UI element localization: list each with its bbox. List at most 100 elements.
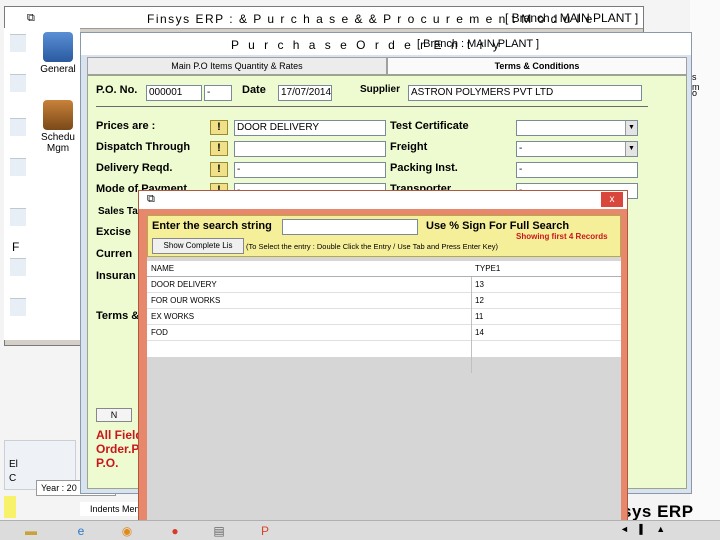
delivery-lookup-button[interactable]: ! [210,162,228,177]
lower-left-text: C [9,473,17,484]
system-tray[interactable]: ◄ ▌ ▲ [620,524,669,534]
supplier-input[interactable]: ASTRON POLYMERS PVT LTD [408,85,642,101]
sidebar-row [10,208,26,226]
packing-label: Packing Inst. [390,162,458,174]
sales-tax-label: Sales Ta [98,206,138,217]
insurance-label: Insuran [96,270,136,282]
column-divider [471,277,472,373]
files-icon[interactable]: ▤ [208,523,230,539]
records-status: Showing first 4 Records [516,232,608,241]
tab-main-po-items[interactable]: Main P.O Items Quantity & Rates [87,57,387,75]
yellow-strip [4,496,16,518]
select-instructions: (To Select the entry : Double Click the … [246,242,499,251]
column-header-type1[interactable]: TYPE1 [475,264,500,273]
po-no-label: P.O. No. [96,84,138,96]
general-module-icon[interactable]: General [32,32,84,75]
row-name: FOR OUR WORKS [151,296,221,305]
delivery-input[interactable]: - [234,162,386,178]
ppt-icon[interactable]: P [254,523,276,539]
table-row[interactable]: FOD 14 [147,325,621,341]
row-name: DOOR DELIVERY [151,280,217,289]
delivery-label: Delivery Reqd. [96,162,173,174]
chevron-down-icon[interactable]: ▼ [625,121,637,135]
row-name: FOD [151,328,168,337]
sidebar-letter: F [12,240,20,254]
chevron-down-icon[interactable]: ▼ [625,142,637,156]
freight-label: Freight [390,141,428,153]
brand-text: sys ERP [622,502,694,521]
search-input[interactable] [282,219,418,235]
row-name: EX WORKS [151,312,195,321]
sidebar-row [10,298,26,316]
prices-lookup-button[interactable]: ! [210,120,228,135]
outlook-icon[interactable]: ◉ [116,523,138,539]
test-cert-label: Test Certificate [390,120,469,132]
sidebar-row [10,74,26,92]
table-row[interactable]: EX WORKS 11 [147,309,621,325]
briefcase-icon [43,100,73,130]
new-button[interactable]: N [96,408,132,422]
table-row[interactable]: DOOR DELIVERY 13 [147,277,621,293]
po-no-input[interactable]: 000001 [146,85,202,101]
close-button[interactable]: x [601,192,623,207]
show-complete-list-button[interactable]: Show Complete Lis [152,238,244,254]
search-label: Enter the search string [152,220,272,232]
purchase-order-titlebar: P u r c h a s e O r d e r E n t r y [ Br… [81,33,691,55]
module-branch: [ Branch : MAIN PLANT ] [505,11,639,25]
column-header-name[interactable]: NAME [151,264,174,273]
note-line-3: P.O. [96,456,119,470]
tab-terms-conditions[interactable]: Terms & Conditions [387,57,687,75]
row-type1: 11 [475,312,484,321]
taskbar: ▬ e ◉ ● ▤ P ◄ ▌ ▲ [0,520,720,540]
test-cert-select[interactable]: ▼ [516,120,638,136]
window-icon: ⧉ [27,12,35,24]
dispatch-label: Dispatch Through [96,141,191,153]
folder-icon[interactable]: ▬ [20,523,42,539]
schedule-module-label: Schedu Mgm [41,132,75,154]
schedule-module-icon[interactable]: Schedu Mgm [32,100,84,154]
search-dialog-titlebar: ⧉ x [139,191,627,209]
sidebar-row [10,258,26,276]
search-dialog-body: Enter the search string Use % Sign For F… [147,215,621,523]
dispatch-input[interactable] [234,141,386,157]
note-line-2: Order.P [96,442,140,456]
right-panel-text: s [692,72,697,82]
ie-icon[interactable]: e [70,523,92,539]
sidebar-row [10,34,26,52]
date-label: Date [242,84,266,96]
currency-label: Curren [96,248,133,260]
right-panel-text: o [692,88,698,98]
results-grid: NAME TYPE1 DOOR DELIVERY 13 FOR OUR WORK… [147,261,621,523]
row-type1: 12 [475,296,484,305]
note-line-1: All Field [96,428,143,442]
sidebar-row [10,158,26,176]
dispatch-lookup-button[interactable]: ! [210,141,228,156]
right-panel: s m o [690,0,720,520]
date-input[interactable]: 17/07/2014 [278,85,332,101]
freight-select[interactable]: - ▼ [516,141,638,157]
erp-module-titlebar: ⧉ Finsys ERP : & P u r c h a s e & & P r… [5,7,643,29]
general-icon [43,32,73,62]
sidebar-row [10,118,26,136]
excise-label: Excise [96,226,131,238]
packing-input[interactable]: - [516,162,638,178]
prices-input[interactable]: DOOR DELIVERY [234,120,386,136]
header-divider [96,106,648,107]
table-row[interactable]: FOR OUR WORKS 12 [147,293,621,309]
po-window-branch: [ Branch : MAIN PLANT ] [417,38,540,50]
chrome-icon[interactable]: ● [164,523,186,539]
search-hint: Use % Sign For Full Search [426,220,570,232]
search-panel: Enter the search string Use % Sign For F… [147,215,621,257]
terms-label: Terms & [96,310,140,322]
general-module-label: General [40,64,76,75]
row-type1: 14 [475,328,484,337]
grid-header: NAME TYPE1 [147,261,621,277]
po-suffix-input[interactable]: - [204,85,232,101]
prices-label: Prices are : [96,120,156,132]
lower-left-text: El [9,459,18,470]
row-type1: 13 [475,280,484,289]
supplier-label: Supplier [360,84,401,95]
grid-rows: DOOR DELIVERY 13 FOR OUR WORKS 12 EX WOR… [147,277,621,373]
window-icon: ⧉ [147,193,155,205]
search-dialog: ⧉ x Enter the search string Use % Sign F… [138,190,628,526]
